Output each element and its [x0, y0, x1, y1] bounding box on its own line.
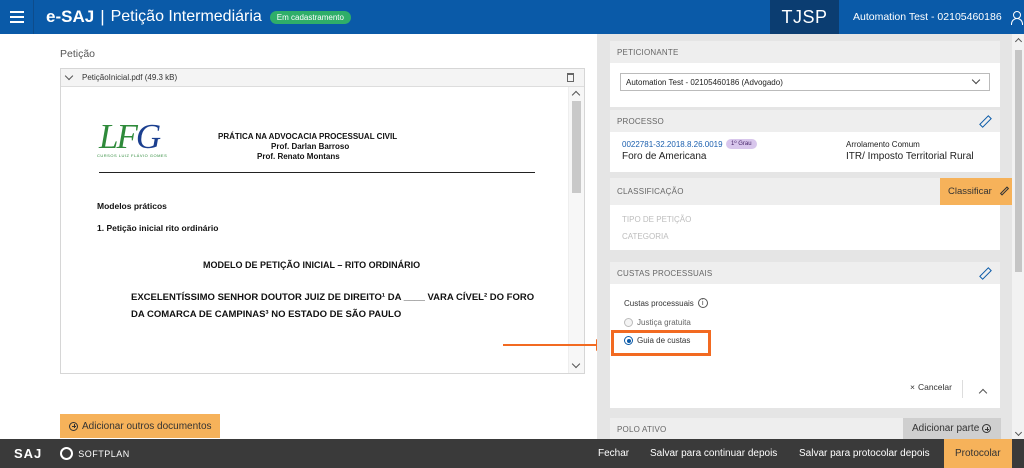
form-pane: PETICIONANTE Automation Test - 021054601… — [597, 34, 1024, 440]
radio-icon[interactable] — [624, 318, 633, 327]
edit-pencil-icon[interactable] — [978, 115, 990, 127]
peticionante-card: PETICIONANTE Automation Test - 021054601… — [610, 41, 1000, 107]
pencil-icon — [999, 186, 1010, 196]
doc-prof-1: Prof. Darlan Barroso — [271, 142, 350, 151]
annotation-arrow — [503, 344, 599, 346]
chevron-down-icon — [971, 75, 981, 85]
add-documents-button[interactable]: Adicionar outros documentos — [60, 414, 220, 438]
document-page: LFG CURSOS LUIZ FLÁVIO GOMES PRÁTICA NA … — [61, 87, 569, 373]
scroll-thumb[interactable] — [1015, 50, 1022, 272]
scroll-down-icon[interactable] — [1014, 428, 1023, 437]
hamburger-menu-icon[interactable] — [0, 0, 34, 34]
form-scrollbar[interactable] — [1012, 34, 1024, 439]
protocol-button[interactable]: Protocolar — [944, 439, 1012, 468]
save-continue-button[interactable]: Salvar para continuar depois — [650, 439, 777, 468]
foro-text: Foro de Americana — [622, 151, 707, 162]
footer-bar: SAJ SOFTPLAN Fechar Salvar para continua… — [0, 439, 1024, 468]
card-header: PROCESSO — [610, 110, 1000, 132]
doc-line: DA COMARCA DE CAMPINAS³ NO ESTADO DE SÃO… — [131, 309, 402, 320]
doc-prof-2: Prof. Renato Montans — [257, 152, 340, 161]
softplan-logo: SOFTPLAN — [60, 447, 130, 460]
classificar-button[interactable]: Classificar — [940, 178, 1014, 205]
edit-pencil-icon[interactable] — [978, 267, 990, 279]
peticionante-select[interactable]: Automation Test - 02105460186 (Advogado) — [620, 73, 990, 91]
classe-text: Arrolamento Comum — [846, 140, 920, 149]
pdf-viewer: PetiçãoInicial.pdf (49.3 kB) LFG CURSOS … — [60, 68, 585, 374]
tipo-peticao-label: TIPO DE PETIÇÃO — [622, 215, 692, 224]
viewer-scrollbar[interactable] — [568, 87, 584, 373]
assunto-text: ITR/ Imposto Territorial Rural — [846, 151, 974, 162]
court-label: TJSP — [770, 0, 839, 34]
page-title: Petição Intermediária — [110, 8, 262, 25]
add-party-button[interactable]: Adicionar parte — [903, 418, 1001, 439]
info-icon[interactable]: i — [697, 298, 708, 308]
card-header: PETICIONANTE — [610, 41, 1000, 63]
process-number-link[interactable]: 0022781-32.2018.8.26.0019 — [622, 140, 723, 149]
chevron-down-icon[interactable] — [65, 73, 74, 82]
document-logo: LFG — [99, 117, 161, 156]
divider — [962, 380, 963, 398]
save-protocol-later-button[interactable]: Salvar para protocolar depois — [799, 439, 930, 468]
close-button[interactable]: Fechar — [598, 439, 629, 468]
petition-pane: Petição PetiçãoInicial.pdf (49.3 kB) LFG… — [0, 34, 597, 439]
doc-line: Modelos práticos — [97, 201, 167, 211]
plus-circle-icon — [982, 424, 991, 433]
doc-heading: PRÁTICA NA ADVOCACIA PROCESSUAL CIVIL — [218, 132, 398, 141]
user-icon — [1010, 11, 1023, 25]
section-label: Petição — [60, 48, 96, 60]
doc-line: EXCELENTÍSSIMO SENHOR DOUTOR JUIZ DE DIR… — [131, 292, 535, 303]
softplan-icon — [60, 447, 74, 460]
scroll-thumb[interactable] — [572, 101, 581, 193]
radio-justica-gratuita[interactable]: Justiça gratuita — [624, 318, 691, 327]
scroll-up-icon[interactable] — [1014, 37, 1023, 46]
doc-line: MODELO DE PETIÇÃO INICIAL – RITO ORDINÁR… — [203, 260, 421, 270]
highlight-box — [611, 330, 711, 356]
user-menu[interactable]: Automation Test - 02105460186 — [853, 0, 1023, 34]
saj-logo: SAJ — [14, 446, 43, 461]
close-icon: × — [910, 382, 915, 392]
logo-subtitle: CURSOS LUIZ FLÁVIO GOMES — [97, 153, 168, 158]
categoria-label: CATEGORIA — [622, 232, 669, 241]
file-header: PetiçãoInicial.pdf (49.3 kB) — [61, 69, 584, 87]
divider — [99, 172, 535, 173]
trash-icon[interactable] — [567, 73, 574, 82]
status-badge: Em cadastramento — [269, 10, 351, 24]
custas-label: Custas processuais i — [624, 298, 708, 308]
chevron-up-icon[interactable] — [978, 388, 988, 398]
cancel-button[interactable]: × Cancelar — [910, 382, 952, 392]
grau-badge: 1º Grau — [726, 139, 757, 149]
doc-line: 1. Petição inicial rito ordinário — [97, 223, 219, 233]
user-name: Automation Test - 02105460186 — [853, 11, 1002, 23]
scroll-up-icon[interactable] — [571, 90, 581, 100]
classificacao-card: CLASSIFICAÇÃO Classificar TIPO DE PETIÇÃ… — [610, 178, 1014, 250]
app-logo: e-SAJ — [46, 7, 95, 26]
processo-card: PROCESSO 0022781-32.2018.8.26.0019 1º Gr… — [610, 110, 1000, 172]
card-header: CUSTAS PROCESSUAIS — [610, 262, 1000, 284]
title-separator: | — [100, 7, 105, 26]
scroll-down-icon[interactable] — [571, 359, 581, 369]
plus-circle-icon — [69, 421, 78, 431]
file-name: PetiçãoInicial.pdf (49.3 kB) — [82, 73, 178, 82]
